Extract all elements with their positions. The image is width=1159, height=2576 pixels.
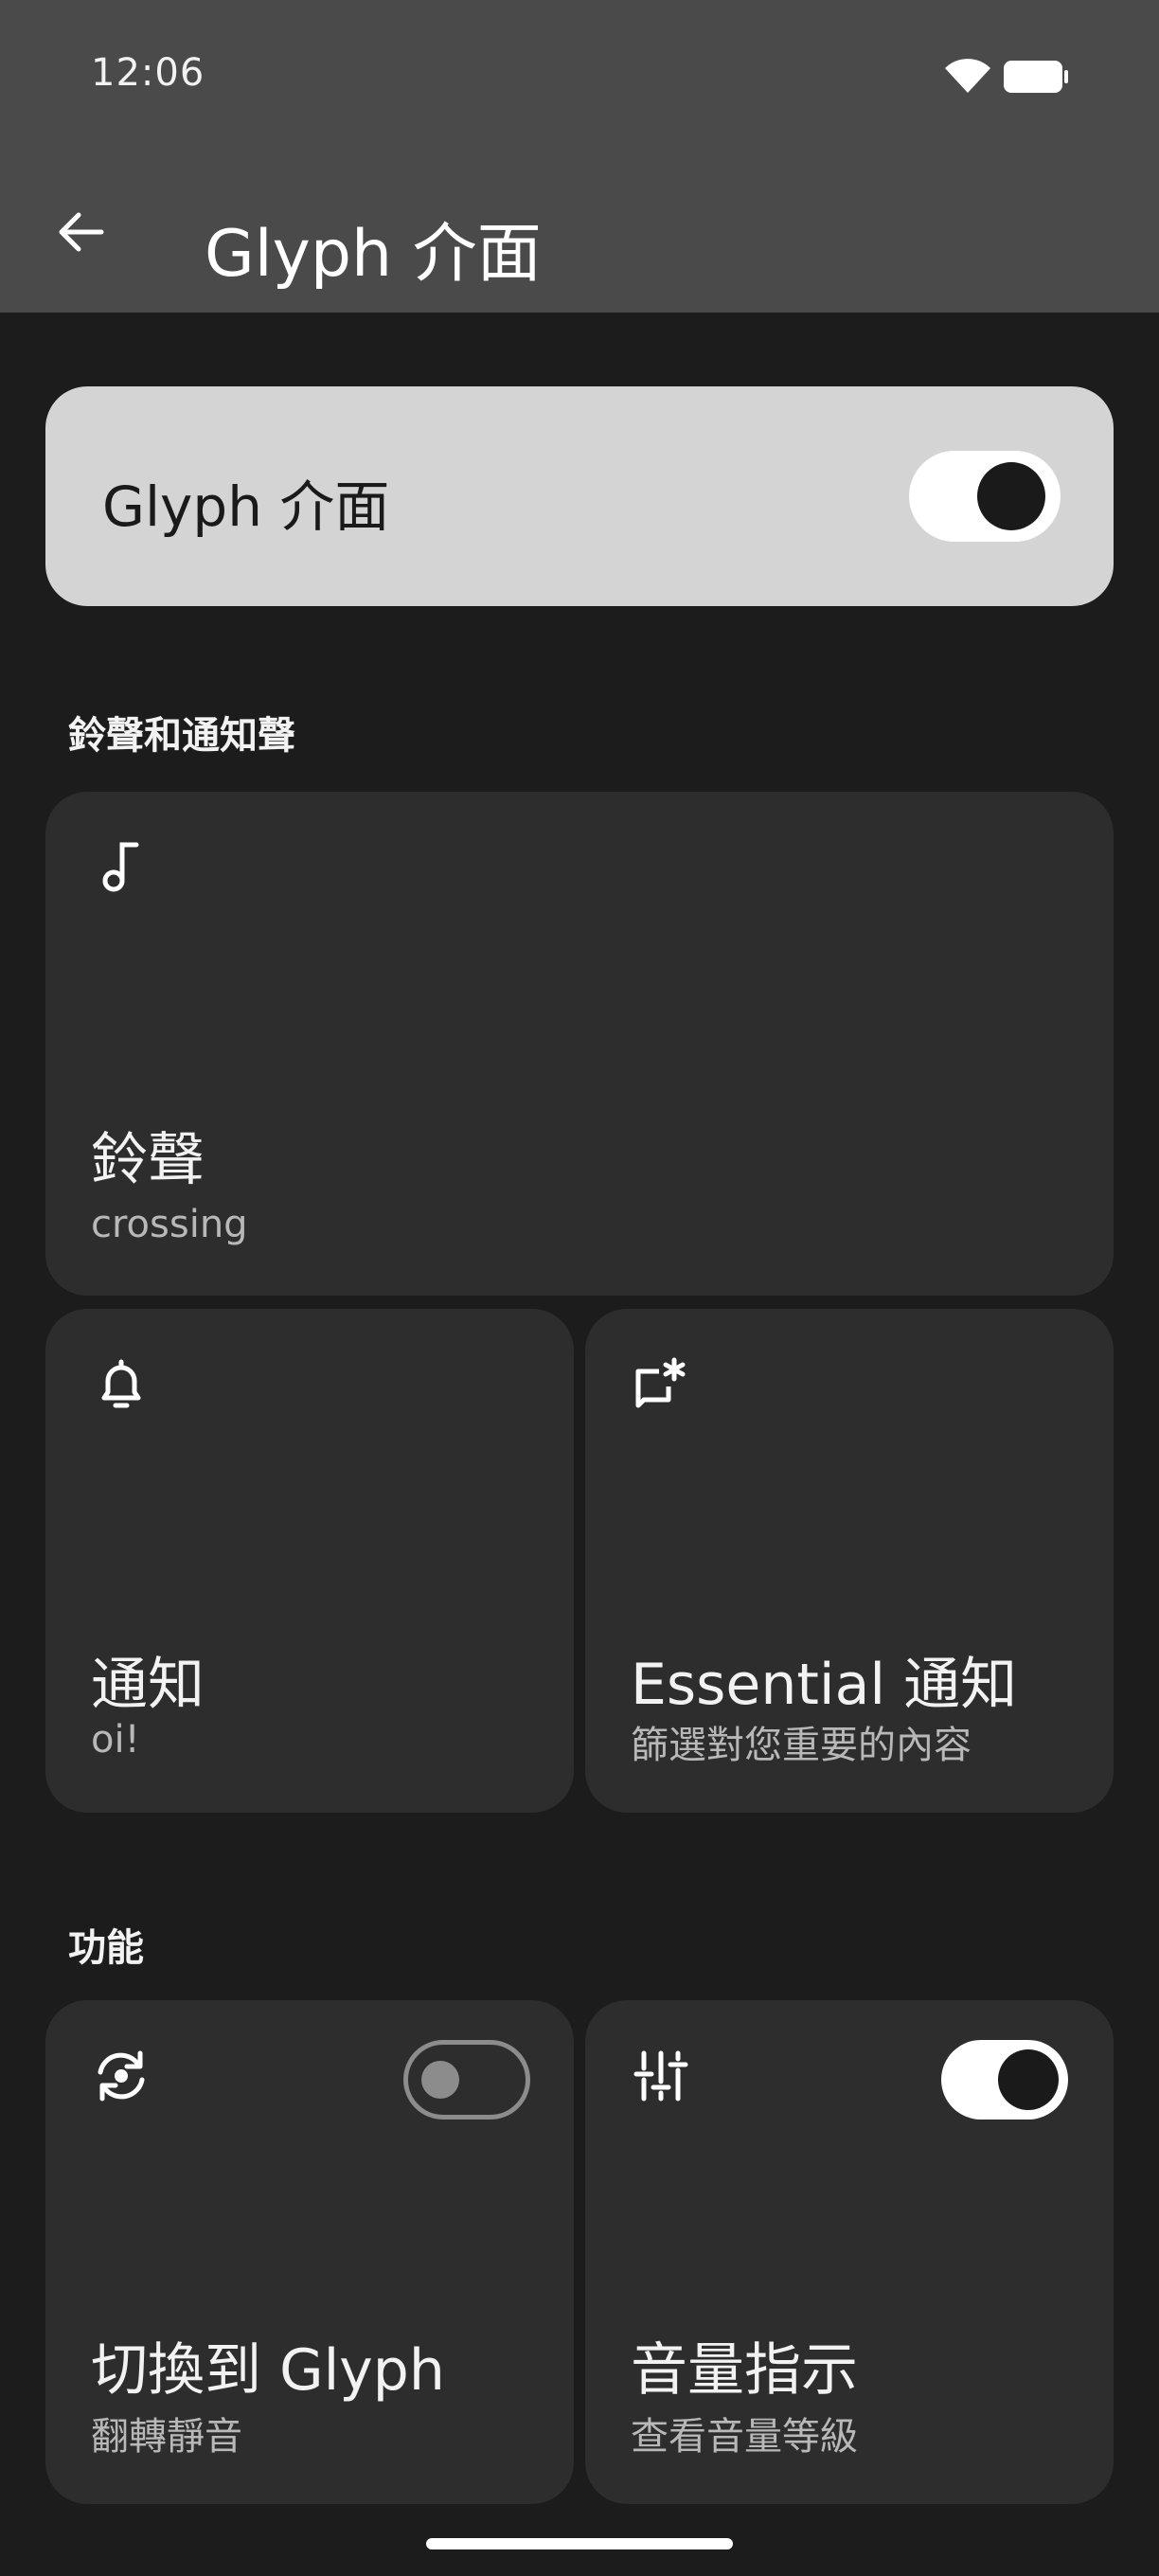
toggle-knob — [977, 462, 1045, 530]
notification-card[interactable]: 通知 oi! — [45, 1309, 574, 1813]
glyph-interface-toggle[interactable] — [909, 451, 1061, 542]
home-indicator[interactable] — [426, 2538, 733, 2549]
arrow-back-icon — [59, 212, 104, 252]
notification-subtitle: oi! — [91, 1718, 140, 1762]
toggle-knob — [421, 2061, 459, 2099]
essential-notification-card[interactable]: Essential 通知 篩選對您重要的內容 — [585, 1309, 1114, 1813]
sliders-icon — [633, 2050, 688, 2102]
flip-to-glyph-toggle[interactable] — [403, 2040, 530, 2120]
flip-to-glyph-title: 切換到 Glyph — [91, 2337, 445, 2404]
music-note-icon — [102, 842, 139, 892]
ringtone-title: 鈴聲 — [91, 1127, 205, 1193]
flip-to-glyph-subtitle: 翻轉靜音 — [91, 2415, 242, 2459]
battery-icon — [1004, 61, 1068, 93]
essential-notification-icon — [635, 1357, 686, 1408]
flip-to-glyph-card[interactable]: 切換到 Glyph 翻轉靜音 — [45, 2000, 574, 2504]
flip-camera-icon — [98, 2050, 145, 2102]
bell-icon — [101, 1359, 141, 1408]
volume-indicator-card[interactable]: 音量指示 查看音量等級 — [585, 2000, 1114, 2504]
notification-title: 通知 — [91, 1652, 205, 1718]
ringtone-subtitle: crossing — [91, 1203, 248, 1246]
essential-notification-title: Essential 通知 — [631, 1652, 1018, 1718]
status-bar: 12:06 — [0, 0, 1159, 152]
toggle-knob — [998, 2049, 1059, 2110]
back-button[interactable] — [38, 189, 123, 275]
ringtone-card[interactable]: 鈴聲 crossing — [45, 792, 1114, 1296]
glyph-interface-master-toggle-row[interactable]: Glyph 介面 — [45, 386, 1114, 606]
volume-indicator-subtitle: 查看音量等級 — [631, 2415, 858, 2459]
section-header-sounds: 鈴聲和通知聲 — [68, 714, 295, 758]
app-bar: Glyph 介面 — [0, 152, 1159, 313]
wifi-icon — [945, 59, 990, 93]
glyph-interface-label: Glyph 介面 — [102, 474, 390, 539]
page-title: Glyph 介面 — [205, 217, 542, 292]
volume-indicator-title: 音量指示 — [631, 2337, 858, 2404]
volume-indicator-toggle[interactable] — [941, 2040, 1068, 2120]
status-time: 12:06 — [91, 51, 205, 95]
section-header-features: 功能 — [68, 1926, 144, 1970]
essential-notification-subtitle: 篩選對您重要的內容 — [631, 1724, 972, 1767]
